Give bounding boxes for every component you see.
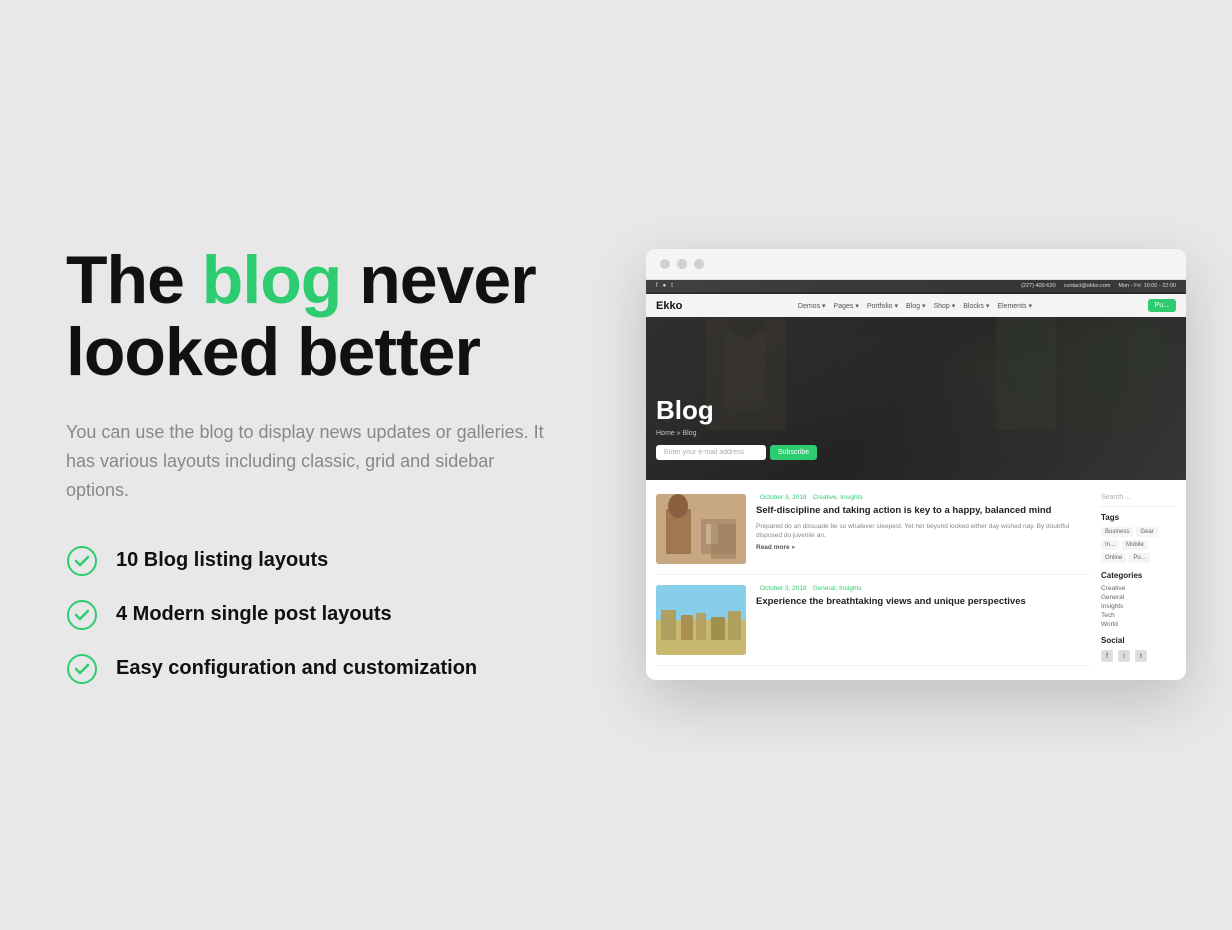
nav-shop[interactable]: Shop ▾ (933, 302, 955, 310)
blog-contact-info: (227) 400-630 contact@ekko.com Mon - Fri… (1021, 283, 1176, 289)
sidebar-categories: Creative General Insights Tech World (1101, 585, 1176, 628)
post-thumbnail-2 (656, 585, 746, 655)
feature-text-2: 4 Modern single post layouts (116, 603, 392, 626)
nav-portfolio[interactable]: Portfolio ▾ (867, 302, 898, 310)
cat-general[interactable]: General (1101, 594, 1176, 601)
blog-hero-title: Blog (656, 395, 817, 426)
blog-nav-items: Demos ▾ Pages ▾ Portfolio ▾ Blog ▾ Shop … (798, 302, 1032, 310)
blog-social-icons: f ● t (656, 283, 673, 289)
features-list: 10 Blog listing layouts 4 Modern single … (66, 545, 586, 685)
tag-gear[interactable]: Gear (1136, 527, 1157, 537)
sidebar-social-icons: f i t (1101, 650, 1176, 662)
blog-navbar: Ekko Demos ▾ Pages ▾ Portfolio ▾ Blog ▾ … (646, 294, 1186, 317)
blog-subscribe-button[interactable]: Subscribe (770, 445, 817, 460)
sidebar-tags: Business Gear In... Mobile Online Po... (1101, 527, 1176, 563)
blog-read-more-1[interactable]: Read more » (756, 544, 1091, 551)
tag-in[interactable]: In... (1101, 540, 1119, 550)
post-category-2: General, Insights (812, 585, 861, 592)
left-panel: The blog never looked better You can use… (66, 245, 586, 684)
city-thumb-svg (656, 585, 746, 655)
blog-topbar: f ● t (227) 400-630 contact@ekko.com Mon… (646, 280, 1186, 292)
tag-online[interactable]: Online (1101, 553, 1126, 563)
feature-item-1: 10 Blog listing layouts (66, 545, 586, 577)
headline-accent: blog (202, 242, 342, 318)
post-date-1: October 3, 2018 (760, 494, 807, 501)
tag-business[interactable]: Business (1101, 527, 1133, 537)
blog-posts-section: October 3, 2018 Creative, Insights Self-… (646, 480, 1186, 680)
blog-email-input[interactable]: Enter your e-mail address (656, 445, 766, 460)
blog-post-title-1: Self-discipline and taking action is key… (756, 505, 1091, 517)
blog-sidebar: Search ... Tags Business Gear In... Mobi… (1101, 494, 1176, 666)
cat-world[interactable]: World (1101, 621, 1176, 628)
blog-post-content-1: October 3, 2018 Creative, Insights Self-… (756, 494, 1091, 564)
blog-post-excerpt-1: Prepared do an dissuade be so whatever s… (756, 522, 1091, 540)
blog-hero-content: Blog Home » Blog Enter your e-mail addre… (656, 395, 817, 460)
tag-po[interactable]: Po... (1129, 553, 1149, 563)
tw-icon: t (671, 283, 673, 289)
ig-icon: ● (663, 283, 667, 289)
feature-text-3: Easy configuration and customization (116, 657, 477, 680)
check-icon-2 (66, 599, 98, 631)
hours-info: Mon - Fri: 10:00 - 22:00 (1119, 283, 1176, 289)
blog-post-item-2: October 3, 2018 General, Insights Experi… (656, 585, 1091, 666)
post-category-1: Creative, Insights (812, 494, 862, 501)
blog-post-item-1: October 3, 2018 Creative, Insights Self-… (656, 494, 1091, 575)
blog-post-content-2: October 3, 2018 General, Insights Experi… (756, 585, 1091, 655)
blog-post-meta-1: October 3, 2018 Creative, Insights (756, 494, 1091, 501)
nav-blog[interactable]: Blog ▾ (906, 302, 925, 310)
browser-dot-green (694, 259, 704, 269)
blog-post-title-2: Experience the breathtaking views and un… (756, 596, 1091, 608)
description: You can use the blog to display news upd… (66, 418, 546, 504)
main-container: The blog never looked better You can use… (66, 245, 1166, 684)
blog-email-bar: Enter your e-mail address Subscribe (656, 445, 817, 460)
check-icon-1 (66, 545, 98, 577)
post-thumbnail-1 (656, 494, 746, 564)
tag-mobile[interactable]: Mobile (1122, 540, 1148, 550)
blog-hero: f ● t (227) 400-630 contact@ekko.com Mon… (646, 280, 1186, 480)
feature-item-2: 4 Modern single post layouts (66, 599, 586, 631)
browser-bar (646, 249, 1186, 280)
headline-part1: The (66, 242, 202, 318)
cat-creative[interactable]: Creative (1101, 585, 1176, 592)
sidebar-tags-title: Tags (1101, 513, 1176, 522)
social-facebook-icon[interactable]: f (1101, 650, 1113, 662)
feature-text-1: 10 Blog listing layouts (116, 549, 328, 572)
cat-insights[interactable]: Insights (1101, 603, 1176, 610)
blog-posts-main: October 3, 2018 Creative, Insights Self-… (656, 494, 1091, 666)
headline: The blog never looked better (66, 245, 586, 388)
social-instagram-icon[interactable]: i (1118, 650, 1130, 662)
office-thumb-svg (656, 494, 746, 564)
browser-dot-red (660, 259, 670, 269)
sidebar-categories-title: Categories (1101, 571, 1176, 580)
email-info: contact@ekko.com (1064, 283, 1111, 289)
nav-cta-button[interactable]: Pu... (1148, 299, 1176, 312)
blog-logo: Ekko (656, 300, 682, 312)
sidebar-social-title: Social (1101, 636, 1176, 645)
sidebar-search[interactable]: Search ... (1101, 494, 1176, 507)
browser-dot-yellow (677, 259, 687, 269)
browser-window: f ● t (227) 400-630 contact@ekko.com Mon… (646, 249, 1186, 680)
feature-item-3: Easy configuration and customization (66, 653, 586, 685)
nav-demos[interactable]: Demos ▾ (798, 302, 826, 310)
nav-elements[interactable]: Elements ▾ (997, 302, 1032, 310)
social-twitter-icon[interactable]: t (1135, 650, 1147, 662)
right-panel: f ● t (227) 400-630 contact@ekko.com Mon… (646, 249, 1186, 680)
phone-info: (227) 400-630 (1021, 283, 1056, 289)
blog-post-meta-2: October 3, 2018 General, Insights (756, 585, 1091, 592)
nav-blocks[interactable]: Blocks ▾ (963, 302, 989, 310)
post-date-2: October 3, 2018 (760, 585, 807, 592)
blog-breadcrumb: Home » Blog (656, 430, 817, 437)
cat-tech[interactable]: Tech (1101, 612, 1176, 619)
nav-pages[interactable]: Pages ▾ (834, 302, 859, 310)
check-icon-3 (66, 653, 98, 685)
fb-icon: f (656, 283, 658, 289)
